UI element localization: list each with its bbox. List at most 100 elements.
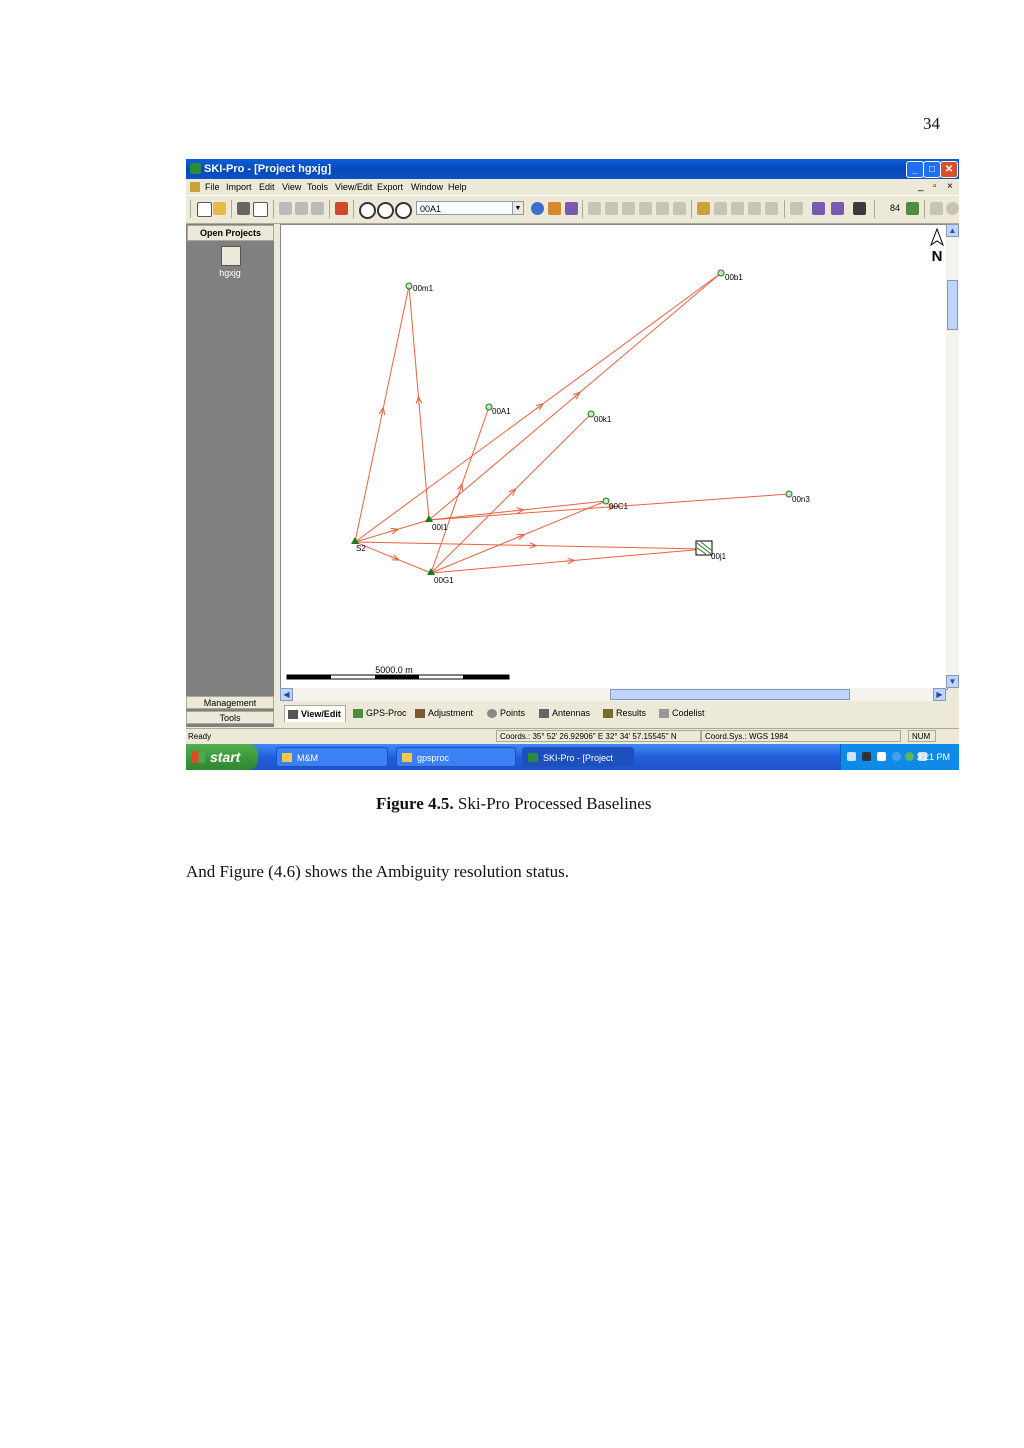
selected-point-icon[interactable] xyxy=(695,540,713,556)
satellite-icon[interactable] xyxy=(906,202,919,215)
scroll-down-icon[interactable]: ▼ xyxy=(946,675,959,688)
open-folder-icon[interactable] xyxy=(213,202,226,215)
point-label: 00A1 xyxy=(492,407,511,416)
scroll-up-icon[interactable]: ▲ xyxy=(946,224,959,237)
tab-view-edit[interactable]: View/Edit xyxy=(284,705,346,722)
ski-pro-icon xyxy=(528,753,538,762)
tools-button[interactable]: Tools xyxy=(186,711,274,724)
tab-gps-proc[interactable]: GPS-Proc xyxy=(350,705,408,722)
menu-window[interactable]: Window xyxy=(411,179,443,195)
toolbar-separator xyxy=(874,200,875,218)
start-button[interactable]: start xyxy=(186,744,258,770)
menu-file[interactable]: File xyxy=(205,179,220,195)
copy-icon[interactable] xyxy=(295,202,308,215)
toolbar-separator xyxy=(273,200,274,218)
menu-view[interactable]: View xyxy=(282,179,301,195)
point-select-dropdown[interactable]: 00A1 ▼ xyxy=(416,201,524,215)
adjustment-icon[interactable] xyxy=(697,202,710,215)
tool-icon[interactable] xyxy=(565,202,578,215)
toolbar-separator xyxy=(784,200,785,218)
toolbar-separator xyxy=(582,200,583,218)
report-icon[interactable] xyxy=(831,202,844,215)
tab-points[interactable]: Points xyxy=(484,705,532,722)
tab-adjustment[interactable]: Adjustment xyxy=(412,705,480,722)
adjustment-icon[interactable] xyxy=(765,202,778,215)
menu-help[interactable]: Help xyxy=(448,179,467,195)
tab-results[interactable]: Results xyxy=(600,705,652,722)
point-label: 00b1 xyxy=(725,273,743,282)
properties-icon[interactable] xyxy=(335,202,348,215)
tray-pen-icon[interactable] xyxy=(847,752,856,761)
tray-update-icon[interactable] xyxy=(905,752,914,761)
tab-label: Antennas xyxy=(552,708,591,718)
processing-icon[interactable] xyxy=(588,202,601,215)
horizontal-scroll-thumb[interactable] xyxy=(610,689,850,700)
processing-icon[interactable] xyxy=(673,202,686,215)
management-button[interactable]: Management xyxy=(186,696,274,709)
tray-network-icon[interactable] xyxy=(892,752,901,761)
locate-icon[interactable] xyxy=(531,202,544,215)
point-label: 00j1 xyxy=(711,552,727,561)
tray-monitor-icon[interactable] xyxy=(862,752,871,761)
menu-export[interactable]: Export xyxy=(377,179,403,195)
vertical-scrollbar[interactable]: ▲ ▼ xyxy=(946,224,959,688)
zoom-in-icon[interactable] xyxy=(359,202,376,219)
gps-point-icon[interactable] xyxy=(717,269,725,277)
adjustment-icon[interactable] xyxy=(731,202,744,215)
menu-import[interactable]: Import xyxy=(226,179,252,195)
point-label: 00G1 xyxy=(434,576,454,585)
mdi-minimize-icon[interactable]: _ xyxy=(918,179,924,195)
tab-antennas[interactable]: Antennas xyxy=(536,705,596,722)
gps-point-icon[interactable] xyxy=(405,282,413,290)
print-preview-icon[interactable] xyxy=(253,202,268,217)
close-button[interactable]: ✕ xyxy=(940,161,958,178)
control-point-triangle-icon[interactable] xyxy=(425,515,433,522)
gps-proc-icon xyxy=(353,709,363,718)
status-num: NUM xyxy=(908,730,936,742)
menu-view-edit[interactable]: View/Edit xyxy=(335,179,372,195)
scroll-right-icon[interactable]: ▶ xyxy=(933,688,946,701)
scroll-left-icon[interactable]: ◀ xyxy=(280,688,293,701)
project-label[interactable]: hgxjg xyxy=(186,268,274,278)
paste-icon[interactable] xyxy=(311,202,324,215)
baseline-direction-arrow xyxy=(572,395,578,399)
menu-tools[interactable]: Tools xyxy=(307,179,328,195)
help-icon[interactable] xyxy=(853,202,866,215)
zoom-fit-icon[interactable] xyxy=(395,202,412,219)
processing-icon[interactable] xyxy=(622,202,635,215)
processing-icon[interactable] xyxy=(639,202,652,215)
windows-logo-icon xyxy=(192,751,205,763)
report-icon[interactable] xyxy=(812,202,825,215)
chevron-down-icon[interactable]: ▼ xyxy=(512,202,523,214)
map-view[interactable]: 00m1 00b1 00A1 00k1 00C1 00n3 00I1 S2 00G1 00j1 N… xyxy=(280,224,948,690)
adjustment-icon[interactable] xyxy=(714,202,727,215)
taskbar-item-mm[interactable]: M&M xyxy=(276,747,388,767)
taskbar-item-ski-pro[interactable]: SKI-Pro - [Project hg... xyxy=(522,747,634,767)
taskbar-item-gpsproc[interactable]: gpsproc xyxy=(396,747,516,767)
tray-help-icon[interactable] xyxy=(877,752,886,761)
antenna-icon[interactable] xyxy=(790,202,803,215)
new-file-icon[interactable] xyxy=(197,202,212,217)
mdi-close-icon[interactable]: × xyxy=(947,179,953,195)
tab-label: Codelist xyxy=(672,708,705,718)
cut-icon[interactable] xyxy=(279,202,292,215)
compass-icon[interactable] xyxy=(946,202,959,215)
zoom-out-icon[interactable] xyxy=(377,202,394,219)
maximize-button[interactable]: □ xyxy=(923,161,941,178)
project-icon[interactable] xyxy=(221,246,241,266)
processing-icon[interactable] xyxy=(656,202,669,215)
print-icon[interactable] xyxy=(237,202,250,215)
adjustment-icon[interactable] xyxy=(748,202,761,215)
pick-icon[interactable] xyxy=(548,202,561,215)
tab-label: Adjustment xyxy=(428,708,474,718)
processing-icon[interactable] xyxy=(605,202,618,215)
minimize-button[interactable]: _ xyxy=(906,161,924,178)
menu-edit[interactable]: Edit xyxy=(259,179,275,195)
horizontal-scrollbar[interactable]: ◀ ▶ xyxy=(280,688,946,701)
mdi-restore-icon[interactable]: ▫ xyxy=(933,179,937,195)
folder-icon xyxy=(282,753,292,762)
tab-codelist[interactable]: Codelist xyxy=(656,705,712,722)
system-tray: 3:21 PM xyxy=(840,744,959,770)
vertical-scroll-thumb[interactable] xyxy=(947,280,958,330)
axis-icon[interactable] xyxy=(930,202,943,215)
